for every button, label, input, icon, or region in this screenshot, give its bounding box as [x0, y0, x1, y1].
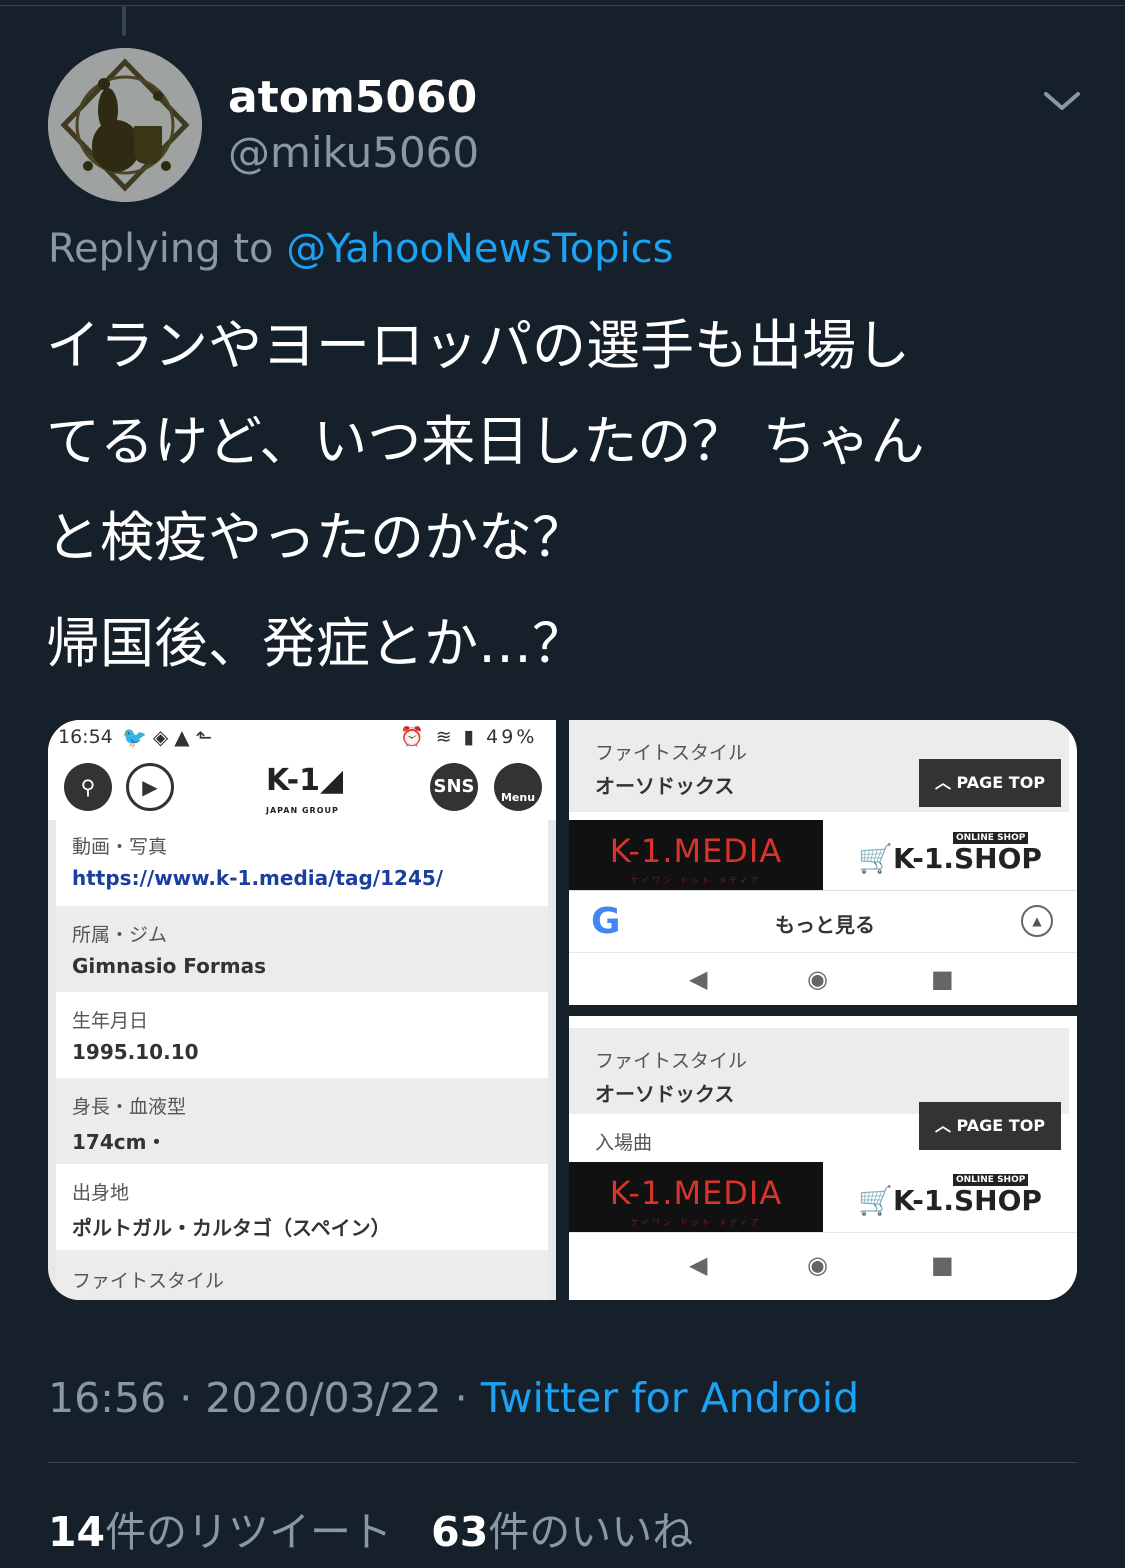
- tweet-time[interactable]: 16:56: [48, 1374, 166, 1422]
- status-right: ⏰ ≋ ▮ 49%: [400, 726, 538, 748]
- sns-button: SNS: [430, 763, 478, 811]
- profile-row: 動画・写真 https://www.k-1.media/tag/1245/: [56, 820, 548, 906]
- tweet-text-paragraph-2: 帰国後、発症とか…？: [46, 612, 586, 675]
- android-nav-bar: ◀ ◉ ■: [569, 1232, 1077, 1300]
- android-nav-bar: ◀ ◉ ■: [569, 952, 1077, 1005]
- status-battery: 49%: [486, 726, 538, 748]
- k1-shop-banner: ONLINE SHOP 🛒K-1.SHOP: [823, 1162, 1077, 1232]
- page-top-button: ︿ PAGE TOP: [919, 1102, 1061, 1150]
- display-name[interactable]: atom5060: [228, 72, 477, 123]
- avatar[interactable]: [48, 48, 202, 202]
- media-image-right-top[interactable]: ファイトスタイル オーソドックス ︿ PAGE TOP K-1.MEDIA ケイワ…: [569, 720, 1077, 1005]
- profile-row: 所属・ジム Gimnasio Formas: [56, 906, 548, 992]
- k1-logo: K-1◢ JAPAN GROUP: [266, 763, 344, 816]
- k1-media-banner: K-1.MEDIA ケイワン ドット メディア: [569, 1162, 823, 1232]
- retweets-stat[interactable]: 14件のリツイート: [48, 1508, 392, 1556]
- profile-row: 身長・血液型 174cm・: [56, 1078, 548, 1164]
- tweet-text: イランやヨーロッパの選手も出場し てるけど、いつ来日したの？ ちゃん と検疫やっ…: [46, 314, 925, 569]
- reply-prefix: Replying to: [48, 226, 274, 272]
- profile-row: 生年月日 1995.10.10: [56, 992, 548, 1078]
- reply-mention-link[interactable]: @YahooNewsTopics: [286, 226, 673, 272]
- user-handle[interactable]: @miku5060: [228, 128, 479, 177]
- profile-row: 出身地 ポルトガル・カルタゴ（スペイン）: [56, 1164, 548, 1250]
- back-icon: ◀: [689, 1251, 708, 1279]
- tweet-meta: 16:56 · 2020/03/22 · Twitter for Android: [48, 1374, 860, 1422]
- reply-context: Replying to @YahooNewsTopics: [48, 226, 674, 272]
- home-icon: ◉: [807, 1251, 828, 1279]
- likes-stat[interactable]: 63件のいいね: [431, 1508, 693, 1556]
- page-top-button: ︿ PAGE TOP: [919, 759, 1061, 807]
- divider: [48, 1462, 1077, 1463]
- search-icon: ⚲: [64, 763, 112, 811]
- k1-shop-banner: ONLINE SHOP 🛒K-1.SHOP: [823, 820, 1077, 890]
- entry-music-label: 入場曲: [595, 1132, 653, 1154]
- top-divider: [0, 5, 1125, 6]
- avatar-rabbit-teacup-icon: [48, 48, 202, 202]
- phone-status-bar: 16:54 🐦◈▲⬑ ⏰ ≋ ▮ 49%: [48, 720, 556, 754]
- thread-line: [122, 6, 126, 36]
- k1-media-banner: K-1.MEDIA ケイワン ドット メディア: [569, 820, 823, 890]
- media-grid[interactable]: 16:54 🐦◈▲⬑ ⏰ ≋ ▮ 49% ⚲ ▶ K-1◢ JAPAN GROUP…: [48, 720, 1077, 1300]
- recents-icon: ■: [931, 1251, 954, 1279]
- tweet-date[interactable]: 2020/03/22: [205, 1374, 441, 1422]
- tweet-source-link[interactable]: Twitter for Android: [481, 1374, 859, 1422]
- google-more-bar: G もっと見る ▲: [569, 890, 1077, 953]
- chevron-up-icon: ▲: [1021, 905, 1053, 937]
- status-icons: 🐦◈▲⬑: [122, 725, 219, 749]
- back-icon: ◀: [689, 965, 708, 993]
- media-image-left[interactable]: 16:54 🐦◈▲⬑ ⏰ ≋ ▮ 49% ⚲ ▶ K-1◢ JAPAN GROUP…: [48, 720, 556, 1300]
- recents-icon: ■: [931, 965, 954, 993]
- chevron-down-icon[interactable]: [1040, 84, 1084, 118]
- home-icon: ◉: [807, 965, 828, 993]
- k1-app-bar: ⚲ ▶ K-1◢ JAPAN GROUP SNS Menu: [48, 754, 556, 820]
- status-time: 16:54: [58, 726, 113, 748]
- youtube-icon: ▶: [126, 763, 174, 811]
- media-image-right-bottom[interactable]: ファイトスタイル オーソドックス 入場曲 ︿ PAGE TOP K-1.MEDI…: [569, 1016, 1077, 1300]
- engagement-stats: 14件のリツイート 63件のいいね: [48, 1498, 693, 1558]
- profile-row: ファイトスタイル: [56, 1250, 548, 1300]
- menu-icon: Menu: [494, 763, 542, 811]
- google-icon: G: [591, 901, 621, 942]
